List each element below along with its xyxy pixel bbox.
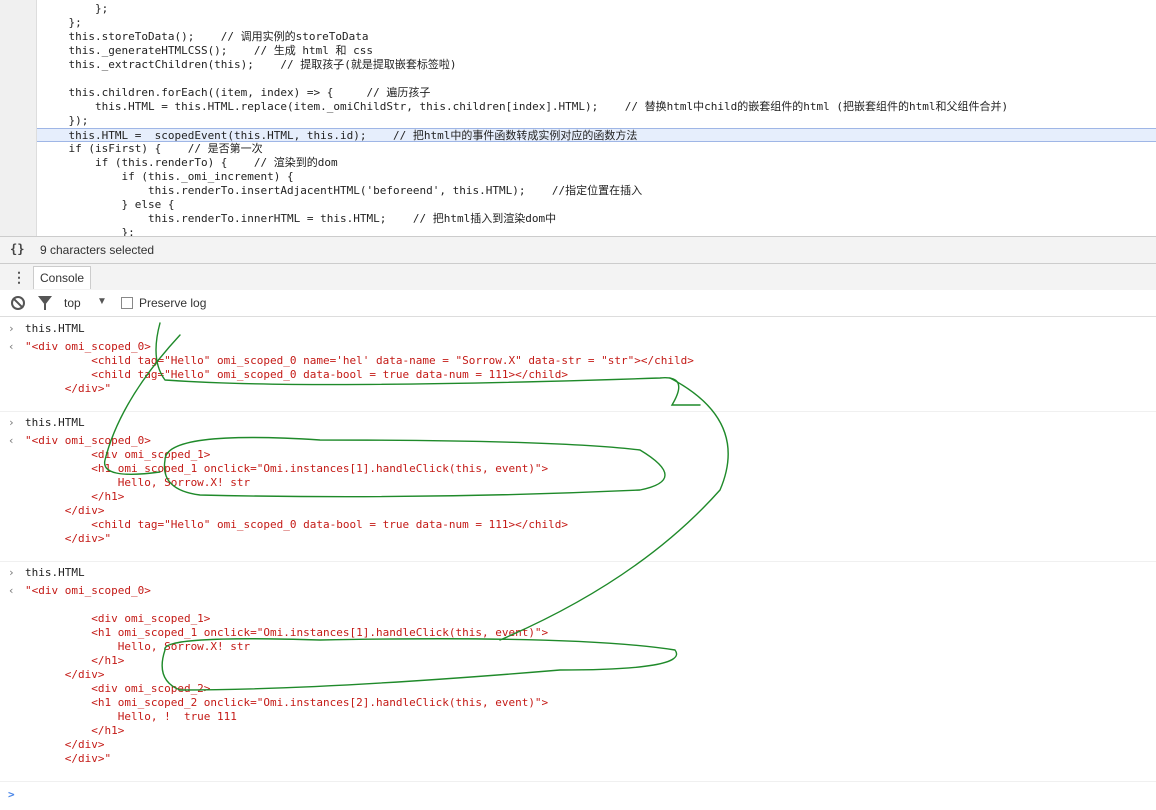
console-result-line: <h1 omi_scoped_1 onclick="Omi.instances[… [25, 462, 549, 475]
preserve-log-checkbox[interactable] [121, 297, 133, 309]
clear-console-icon[interactable] [11, 296, 25, 310]
pretty-print-icon[interactable]: {} [10, 242, 24, 256]
code-line[interactable]: 2081 this.storeToData(); // 调用实例的storeTo… [0, 30, 1156, 44]
code-text: this.renderTo.insertAdjacentHTML('before… [42, 184, 643, 197]
code-text: this.children.forEach((item, index) => {… [42, 86, 431, 99]
code-line[interactable]: 2095 }; [0, 226, 1156, 236]
console-result-line: Hello, Sorrow.X! str [25, 640, 251, 653]
code-line[interactable]: 2089 if (isFirst) { // 是否第一次 [0, 142, 1156, 156]
console-result-line: <child tag="Hello" omi_scoped_0 name='he… [25, 354, 694, 367]
console-message: › this.HTML ‹ "<div omi_scoped_0> <div omi_… [0, 411, 1156, 562]
code-text: if (isFirst) { // 是否第一次 [42, 142, 263, 155]
console-result-line: </div> [25, 504, 105, 517]
input-chevron-icon: › [8, 566, 15, 579]
context-selector[interactable]: top [64, 296, 81, 310]
code-text: this._extractChildren(this); // 提取孩子(就是提… [42, 58, 457, 71]
code-line[interactable]: 2087 }); [0, 114, 1156, 128]
input-chevron-icon: › [8, 322, 15, 335]
console-message: › this.HTML ‹ "<div omi_scoped_0> <child ta… [0, 317, 1156, 412]
filter-icon[interactable] [38, 296, 52, 310]
code-text: this.storeToData(); // 调用实例的storeToData [42, 30, 369, 43]
code-line[interactable]: 2090 if (this.renderTo) { // 渲染到的dom [0, 156, 1156, 170]
console-result-line: <child tag="Hello" omi_scoped_0 data-boo… [25, 368, 569, 381]
console-toolbar: top ▼ Preserve log [0, 290, 1156, 317]
code-text: }; [42, 16, 82, 29]
console-message: › this.HTML ‹ "<div omi_scoped_0> <div omi_… [0, 561, 1156, 782]
code-line[interactable]: 2092 this.renderTo.insertAdjacentHTML('b… [0, 184, 1156, 198]
result-chevron-icon: ‹ [8, 434, 15, 447]
result-chevron-icon: ‹ [8, 584, 15, 597]
code-text: }); [42, 114, 89, 127]
console-command: this.HTML [25, 322, 85, 335]
input-chevron-icon: › [8, 416, 15, 429]
line-number-gutter[interactable] [0, 0, 37, 236]
console-result-line: </h1> [25, 490, 125, 503]
code-text: if (this._omi_increment) { [42, 170, 294, 183]
result-chevron-icon: ‹ [8, 340, 15, 353]
console-result-line: <div omi_scoped_1> [25, 612, 211, 625]
console-result-line: <child tag="Hello" omi_scoped_0 data-boo… [25, 518, 569, 531]
code-text: }; [42, 2, 109, 15]
console-result-line: </div>" [25, 752, 112, 765]
code-line[interactable]: 2080 }; [0, 16, 1156, 30]
drawer-tab-bar: ⋮ Console [0, 264, 1156, 291]
code-line[interactable]: 2093 } else { [0, 198, 1156, 212]
more-options-icon[interactable]: ⋮ [12, 269, 26, 286]
console-result-line: </div>" [25, 382, 112, 395]
console-output[interactable]: › this.HTML ‹ "<div omi_scoped_0> <child ta… [0, 317, 1156, 810]
code-text: this._generateHTMLCSS(); // 生成 html 和 cs… [42, 44, 374, 57]
console-result-line: Hello, ! true 111 [25, 710, 237, 723]
console-result-line: </div>" [25, 532, 112, 545]
console-result-line: "<div omi_scoped_0> [25, 340, 151, 353]
console-result-line: "<div omi_scoped_0> [25, 434, 151, 447]
console-result-line: "<div omi_scoped_0> [25, 584, 151, 597]
console-command: this.HTML [25, 416, 85, 429]
code-line[interactable]: 2084 [0, 72, 1156, 86]
console-result-line: </h1> [25, 654, 125, 667]
code-text: } else { [42, 198, 175, 211]
code-text: this.HTML = scopedEvent(this.HTML, this.… [42, 129, 638, 142]
console-result-line: </div> [25, 738, 105, 751]
console-command: this.HTML [25, 566, 85, 579]
code-text: }; [42, 226, 135, 236]
code-line[interactable]: 2079 }; [0, 2, 1156, 16]
code-line[interactable]: 2086 this.HTML = this.HTML.replace(item.… [0, 100, 1156, 114]
console-result-line: <h1 omi_scoped_2 onclick="Omi.instances[… [25, 696, 549, 709]
code-text: this.renderTo.innerHTML = this.HTML; // … [42, 212, 557, 225]
editor-status-bar: {} 9 characters selected [0, 236, 1156, 264]
code-line[interactable]: 2094 this.renderTo.innerHTML = this.HTML… [0, 212, 1156, 226]
console-input-prompt[interactable]: > [8, 788, 15, 802]
code-line[interactable]: 2083 this._extractChildren(this); // 提取孩… [0, 58, 1156, 72]
console-result-line: <h1 omi_scoped_1 onclick="Omi.instances[… [25, 626, 549, 639]
code-line[interactable]: 2082 this._generateHTMLCSS(); // 生成 html… [0, 44, 1156, 58]
source-editor[interactable]: 2079 };2080 };2081 this.storeToData(); /… [0, 0, 1156, 236]
selection-info: 9 characters selected [40, 243, 155, 257]
console-result-line: <div omi_scoped_1> [25, 448, 211, 461]
console-result-line: </div> [25, 668, 105, 681]
code-text: if (this.renderTo) { // 渲染到的dom [42, 156, 338, 169]
code-line[interactable]: 2085 this.children.forEach((item, index)… [0, 86, 1156, 100]
preserve-log-label: Preserve log [139, 296, 207, 310]
console-result-line: <div omi_scoped_2> [25, 682, 211, 695]
chevron-down-icon[interactable]: ▼ [97, 296, 107, 307]
code-line[interactable]: 2091 if (this._omi_increment) { [0, 170, 1156, 184]
console-result-line: Hello, Sorrow.X! str [25, 476, 251, 489]
console-result-line: </h1> [25, 724, 125, 737]
code-text: this.HTML = this.HTML.replace(item._omiC… [42, 100, 1009, 113]
tab-console[interactable]: Console [33, 266, 92, 289]
code-line[interactable]: 2088 this.HTML = scopedEvent(this.HTML, … [0, 128, 1156, 142]
